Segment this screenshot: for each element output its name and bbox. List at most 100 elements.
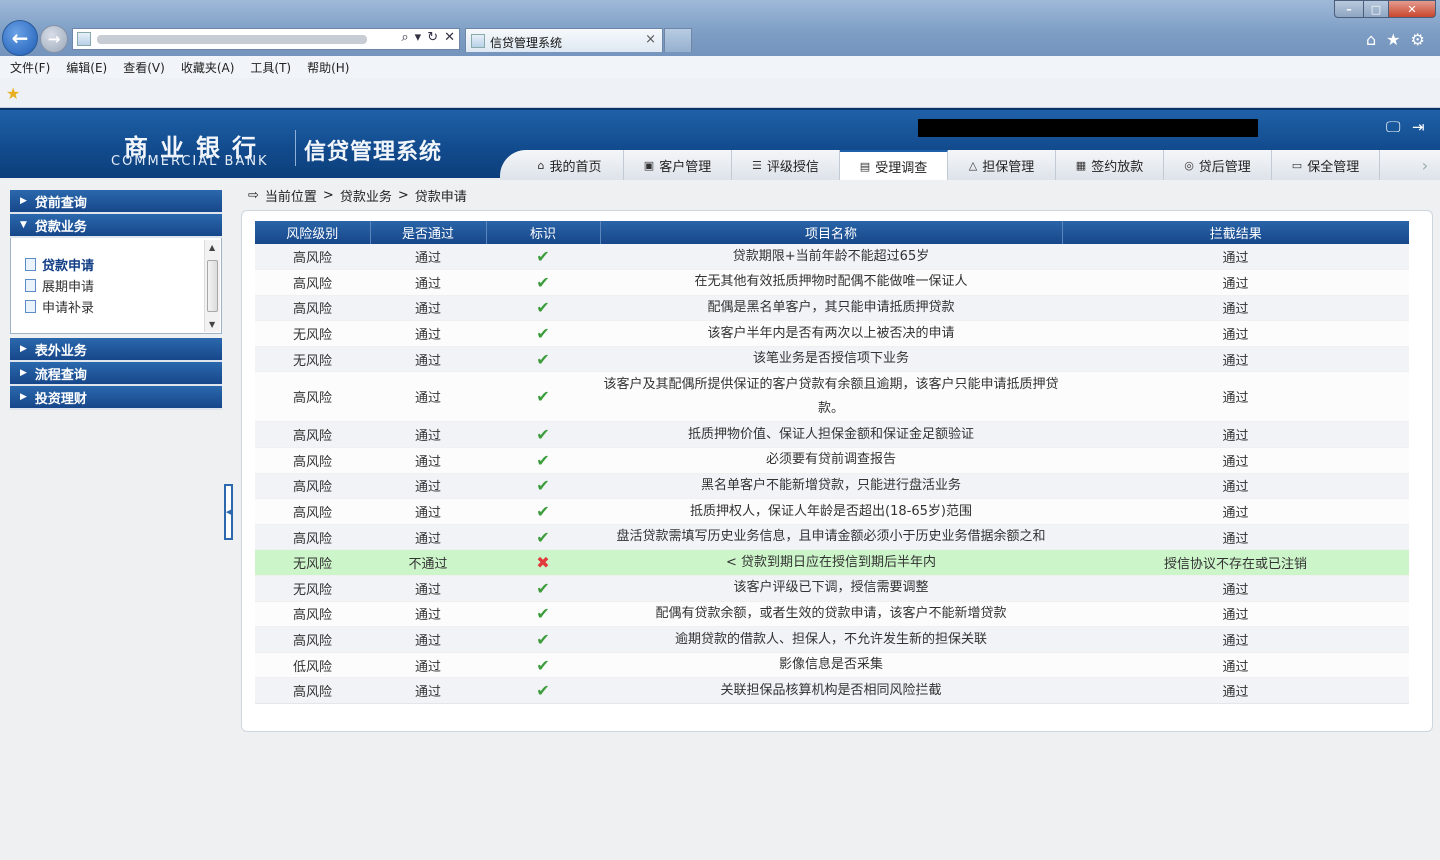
tab-postloan[interactable]: ◎ 贷后管理 (1164, 150, 1272, 180)
browser-tab[interactable]: 信贷管理系统 × (465, 28, 663, 52)
table-row: 无风险 不通过 ✖ < 贷款到期日应在授信到期后半年内 授信协议不存在或已注销 (255, 549, 1409, 577)
list-icon: ☰ (752, 158, 762, 172)
settings-gear-icon[interactable]: ⚙ (1411, 30, 1425, 49)
chevron-right-icon[interactable]: › (1410, 150, 1440, 180)
sidebar-group-process-query[interactable]: ▶ 流程查询 (10, 362, 222, 386)
home-icon: ⌂ (537, 158, 545, 172)
home-icon[interactable]: ⌂ (1366, 30, 1376, 49)
tab-guarantee[interactable]: △ 担保管理 (948, 150, 1056, 180)
minimize-button[interactable]: – (1334, 0, 1364, 18)
cell-passed: 通过 (370, 269, 486, 296)
close-window-button[interactable]: ✕ (1388, 0, 1436, 18)
breadcrumb-level1[interactable]: 贷款业务 (340, 186, 392, 205)
folder-icon: ▭ (1291, 158, 1303, 172)
menu-tools[interactable]: 工具(T) (250, 59, 291, 76)
col-mark[interactable]: 标识 (486, 221, 601, 244)
logout-icon[interactable]: ⇥ (1412, 118, 1425, 136)
sidebar-item-supplement[interactable]: 申请补录 (25, 296, 221, 317)
tab-rating[interactable]: ☰ 评级授信 (732, 150, 840, 180)
cell-mark: ✔ (486, 269, 600, 296)
scroll-up-icon[interactable]: ▲ (209, 243, 215, 252)
refresh-icon[interactable]: ↻ (427, 30, 438, 45)
check-icon: ✔ (536, 450, 550, 470)
sidebar-group-preloan-query[interactable]: ▶ 贷前查询 (10, 190, 222, 214)
sidebar-item-loan-application[interactable]: 贷款申请 (25, 254, 221, 275)
browser-menubar: 文件(F) 编辑(E) 查看(V) 收藏夹(A) 工具(T) 帮助(H) (0, 56, 1440, 78)
cell-result: 通过 (1062, 473, 1409, 500)
cell-risk-level: 高风险 (255, 677, 370, 704)
col-risk-level[interactable]: 风险级别 (255, 221, 371, 244)
tab-title: 信贷管理系统 (490, 36, 563, 50)
sidebar-scrollbar[interactable]: ▲ ▼ (204, 240, 220, 332)
check-icon: ✔ (536, 349, 550, 369)
table-bottom-divider (255, 703, 1409, 704)
cell-mark: ✔ (486, 677, 600, 704)
favorites-star-icon[interactable]: ★ (1386, 30, 1400, 49)
forward-arrow-icon[interactable]: → (40, 25, 68, 53)
check-icon: ✔ (536, 655, 550, 675)
stop-icon[interactable]: ✕ (444, 30, 455, 45)
cell-item-name: 逾期贷款的借款人、担保人，不允许发生新的担保关联 (600, 626, 1062, 653)
menu-edit[interactable]: 编辑(E) (66, 59, 107, 76)
cell-result: 通过 (1062, 371, 1409, 423)
sidebar-submenu: 贷款申请 展期申请 申请补录 ▲ ▼ (10, 238, 222, 334)
check-icon: ✔ (536, 578, 550, 598)
col-item-name[interactable]: 项目名称 (600, 221, 1063, 244)
menu-file[interactable]: 文件(F) (10, 59, 50, 76)
cell-result: 通过 (1062, 601, 1409, 628)
tab-home[interactable]: ⌂ 我的首页 (516, 150, 624, 180)
sidebar-group-loan-business[interactable]: ▼ 贷款业务 (10, 214, 222, 238)
sidebar-group-investment[interactable]: ▶ 投资理财 (10, 386, 222, 410)
search-icon[interactable]: ⌕ (401, 30, 408, 45)
tab-customer[interactable]: ▣ 客户管理 (624, 150, 732, 180)
tab-investigation[interactable]: ▤ 受理调查 (840, 150, 948, 180)
warning-triangle-icon: △ (968, 158, 978, 172)
menu-favorites[interactable]: 收藏夹(A) (181, 59, 235, 76)
check-icon: ✔ (536, 476, 550, 496)
menu-view[interactable]: 查看(V) (123, 59, 165, 76)
address-bar[interactable]: ⌕ ▾ ↻ ✕ (72, 28, 460, 50)
check-icon: ✔ (536, 681, 550, 701)
cell-item-name: 黑名单客户不能新增贷款，只能进行盘活业务 (600, 473, 1062, 500)
table-row: 高风险 通过 ✔ 配偶是黑名单客户，其只能申请抵质押贷款 通过 (255, 295, 1409, 322)
scrollbar-thumb[interactable] (207, 260, 218, 312)
check-icon: ✔ (536, 298, 550, 318)
add-favorite-star-icon[interactable]: ★ (6, 84, 20, 103)
table-row: 高风险 通过 ✔ 该客户及其配偶所提供保证的客户贷款有余额且逾期，该客户只能申请抵质押… (255, 371, 1409, 423)
back-arrow-icon[interactable]: ← (2, 20, 38, 56)
document-icon: ▤ (859, 159, 871, 173)
breadcrumb-level2: 贷款申请 (414, 190, 467, 205)
cell-item-name: 影像信息是否采集 (600, 652, 1062, 679)
table-row: 高风险 通过 ✔ 抵质押权人，保证人年龄是否超出(18-65岁)范围 通过 (255, 498, 1409, 525)
cell-result: 通过 (1062, 346, 1409, 373)
monitor-icon[interactable]: 🖵 (1386, 118, 1400, 136)
compat-view-icon[interactable]: ▾ (415, 30, 422, 45)
scroll-down-icon[interactable]: ▼ (209, 320, 215, 329)
col-result[interactable]: 拦截结果 (1062, 221, 1409, 244)
cell-passed: 通过 (370, 320, 486, 347)
tab-close-icon[interactable]: × (645, 32, 656, 47)
menu-help[interactable]: 帮助(H) (307, 59, 349, 76)
sidebar-group-offbalance[interactable]: ▶ 表外业务 (10, 338, 222, 362)
table-header-row: 风险级别 是否通过 标识 项目名称 拦截结果 (255, 221, 1409, 244)
tab-favicon-icon (471, 34, 485, 48)
col-passed[interactable]: 是否通过 (370, 221, 487, 244)
sidebar-item-extension[interactable]: 展期申请 (25, 275, 221, 296)
cell-item-name: 盘活贷款需填写历史业务信息，且申请金额必须小于历史业务借据余额之和 (600, 524, 1062, 551)
breadcrumb-prefix: 当前位置 (264, 190, 317, 205)
cell-result: 通过 (1062, 447, 1409, 474)
maximize-button[interactable]: □ (1363, 0, 1389, 18)
cell-result: 通过 (1062, 677, 1409, 704)
cell-passed: 通过 (370, 498, 486, 525)
cell-item-name: 配偶是黑名单客户，其只能申请抵质押贷款 (600, 295, 1062, 322)
new-tab-button[interactable] (664, 28, 692, 52)
caret-right-icon: ▶ (20, 392, 27, 402)
table-row: 高风险 通过 ✔ 黑名单客户不能新增贷款，只能进行盘活业务 通过 (255, 473, 1409, 500)
tab-signing[interactable]: ▦ 签约放款 (1056, 150, 1164, 180)
tab-preservation[interactable]: ▭ 保全管理 (1272, 150, 1380, 180)
table-row: 无风险 通过 ✔ 该客户评级已下调，授信需要调整 通过 (255, 575, 1409, 602)
cell-risk-level: 高风险 (255, 421, 370, 449)
caret-right-icon: ▶ (20, 344, 27, 354)
cross-icon: ✖ (536, 553, 550, 573)
sidebar-collapse-handle[interactable]: ◀ (224, 484, 233, 540)
